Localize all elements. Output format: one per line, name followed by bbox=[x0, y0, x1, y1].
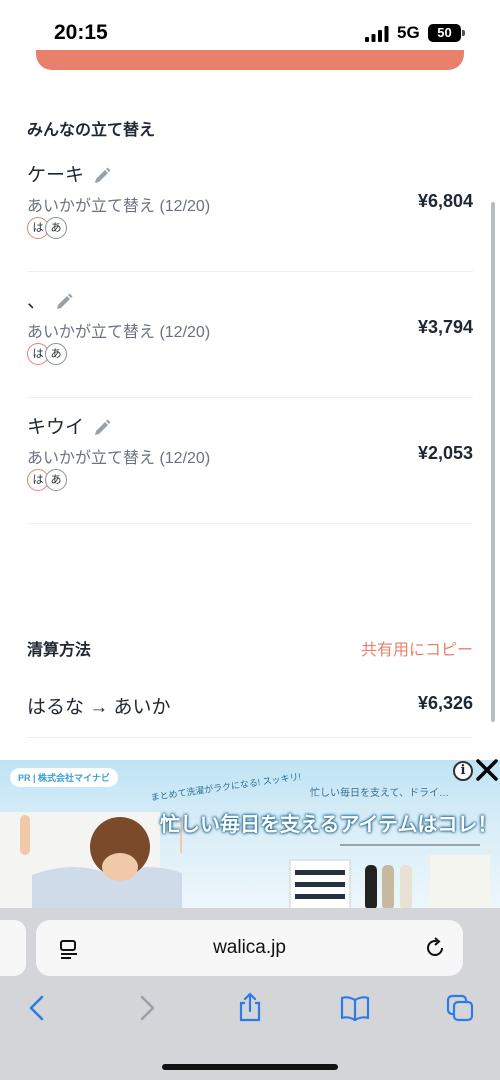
expense-entry[interactable]: ケーキ あいかが立て替え (12/20) ¥6,804 は あ bbox=[27, 146, 473, 272]
status-time: 20:15 bbox=[54, 21, 108, 44]
url-text: walica.jp bbox=[213, 937, 286, 958]
home-indicator[interactable] bbox=[162, 1064, 338, 1070]
ad-subcopy-left: まとめて洗濯がラクになる! スッキリ! bbox=[150, 771, 302, 803]
entry-name: キウイ bbox=[27, 417, 85, 438]
pencil-edit-icon[interactable] bbox=[92, 418, 112, 438]
avatar: あ bbox=[45, 469, 67, 491]
settlement-row: はるな → あいか ¥6,326 bbox=[27, 676, 473, 738]
ad-info-icon[interactable]: i bbox=[453, 761, 473, 781]
settlement-amount: ¥6,326 bbox=[417, 693, 473, 713]
entry-amount: ¥2,053 bbox=[417, 443, 473, 463]
ad-person-illustration bbox=[20, 815, 182, 910]
entry-amount: ¥6,804 bbox=[417, 191, 473, 211]
back-arrow-icon[interactable] bbox=[22, 992, 54, 1024]
ad-banner[interactable]: PR | 株式会社マイナビ まとめて洗濯がラクになる! スッキリ! 忙しい毎日を… bbox=[0, 760, 500, 910]
entry-subtitle: あいかが立て替え (12/20) bbox=[27, 450, 211, 467]
reload-icon[interactable] bbox=[423, 936, 447, 960]
participant-avatars: は あ bbox=[27, 343, 87, 365]
entry-name-row: キウイ bbox=[27, 412, 112, 439]
battery-icon: 50 bbox=[428, 24, 465, 42]
tabs-icon[interactable] bbox=[444, 992, 476, 1024]
scrollbar[interactable] bbox=[491, 202, 495, 722]
ad-close-icon[interactable] bbox=[474, 757, 500, 783]
bookmarks-icon[interactable] bbox=[339, 992, 371, 1024]
pencil-edit-icon[interactable] bbox=[54, 292, 74, 312]
ad-sponsor-badge: PR | 株式会社マイナビ bbox=[10, 768, 118, 787]
avatar: あ bbox=[45, 343, 67, 365]
ad-headline: 忙しい毎日を支えるアイテムはコレ！ bbox=[160, 814, 498, 836]
previous-tab-preview[interactable] bbox=[0, 920, 26, 976]
address-bar[interactable]: walica.jp bbox=[36, 920, 463, 976]
entry-subtitle: あいかが立て替え (12/20) bbox=[27, 198, 211, 215]
top-accent-button[interactable] bbox=[36, 50, 464, 70]
participant-avatars: は あ bbox=[27, 469, 87, 491]
pencil-edit-icon[interactable] bbox=[92, 166, 112, 186]
share-icon[interactable] bbox=[234, 992, 266, 1024]
entry-name-row: 、 bbox=[27, 286, 74, 313]
cellular-signal-icon bbox=[365, 26, 389, 42]
avatar: あ bbox=[45, 217, 67, 239]
settlement-text: はるな → あいか bbox=[27, 697, 171, 718]
entry-name: 、 bbox=[27, 291, 47, 312]
settlement-title: 清算方法 bbox=[27, 642, 92, 659]
ad-subcopy-right: 忙しい毎日を支えて、ドライ… bbox=[310, 788, 449, 799]
copy-for-sharing-link[interactable]: 共有用にコピー bbox=[361, 636, 473, 660]
network-type-label: 5G bbox=[397, 23, 420, 42]
expense-entry[interactable]: キウイ あいかが立て替え (12/20) ¥2,053 は あ bbox=[27, 398, 473, 524]
participant-avatars: は あ bbox=[27, 217, 87, 239]
expense-entry[interactable]: 、 あいかが立て替え (12/20) ¥3,794 は あ bbox=[27, 272, 473, 398]
forward-arrow-icon[interactable] bbox=[130, 992, 162, 1024]
entry-name: ケーキ bbox=[27, 165, 85, 186]
entry-subtitle: あいかが立て替え (12/20) bbox=[27, 324, 211, 341]
browser-bottom-bar: walica.jp bbox=[0, 908, 500, 1080]
entry-name-row: ケーキ bbox=[27, 160, 112, 187]
section-title: みんなの立て替え bbox=[27, 122, 156, 139]
ad-hanging-clothes-image bbox=[289, 844, 490, 910]
entry-amount: ¥3,794 bbox=[417, 317, 473, 337]
